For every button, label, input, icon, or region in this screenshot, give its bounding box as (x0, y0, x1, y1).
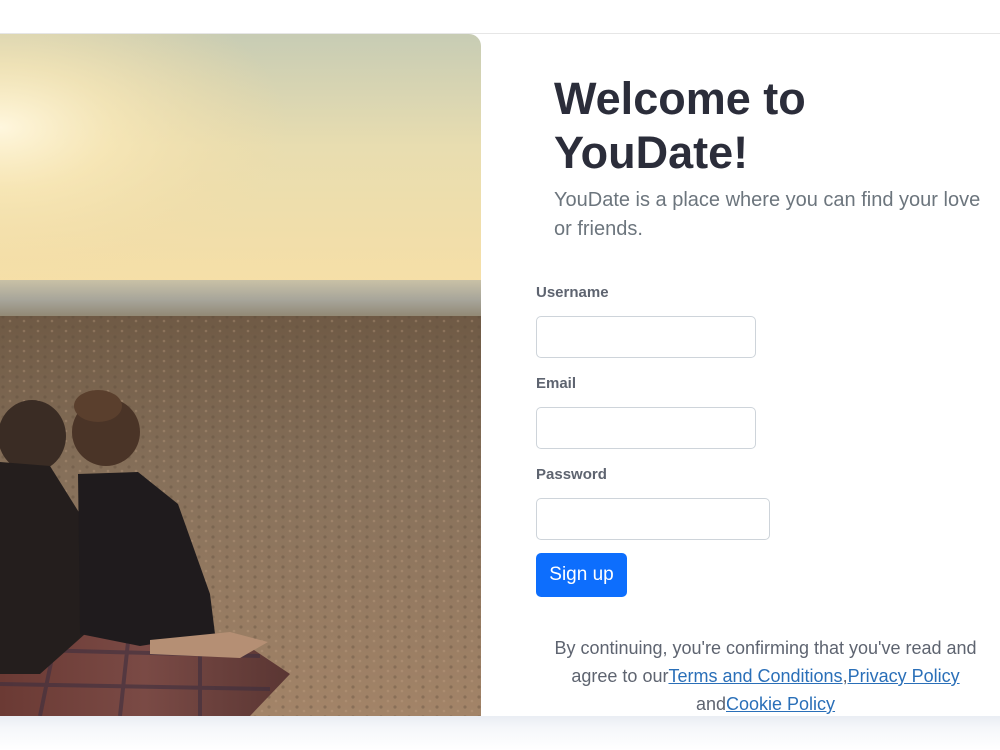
username-label: Username (536, 284, 609, 301)
signup-panel: Welcome to YouDate! YouDate is a place w… (481, 34, 1000, 716)
email-input[interactable] (536, 407, 756, 449)
page-title: Welcome to YouDate! (554, 73, 806, 178)
footer-shadow (0, 716, 1000, 750)
cookie-policy-link[interactable]: Cookie Policy (726, 694, 835, 714)
terms-notice: By continuing, you're confirming that yo… (531, 634, 1000, 718)
terms-and-text: and (695, 694, 726, 714)
email-label: Email (536, 375, 577, 392)
top-navbar (0, 0, 1000, 34)
page-subtitle: YouDate is a place where you can find yo… (554, 189, 981, 240)
sign-up-button[interactable]: Sign up (536, 553, 627, 597)
username-input[interactable] (536, 316, 756, 358)
password-label: Password (536, 466, 607, 483)
privacy-policy-link[interactable]: Privacy Policy (848, 666, 960, 686)
password-input[interactable] (536, 498, 770, 540)
terms-and-conditions-link[interactable]: Terms and Conditions (668, 666, 842, 686)
couple-on-beach-image (0, 34, 481, 716)
